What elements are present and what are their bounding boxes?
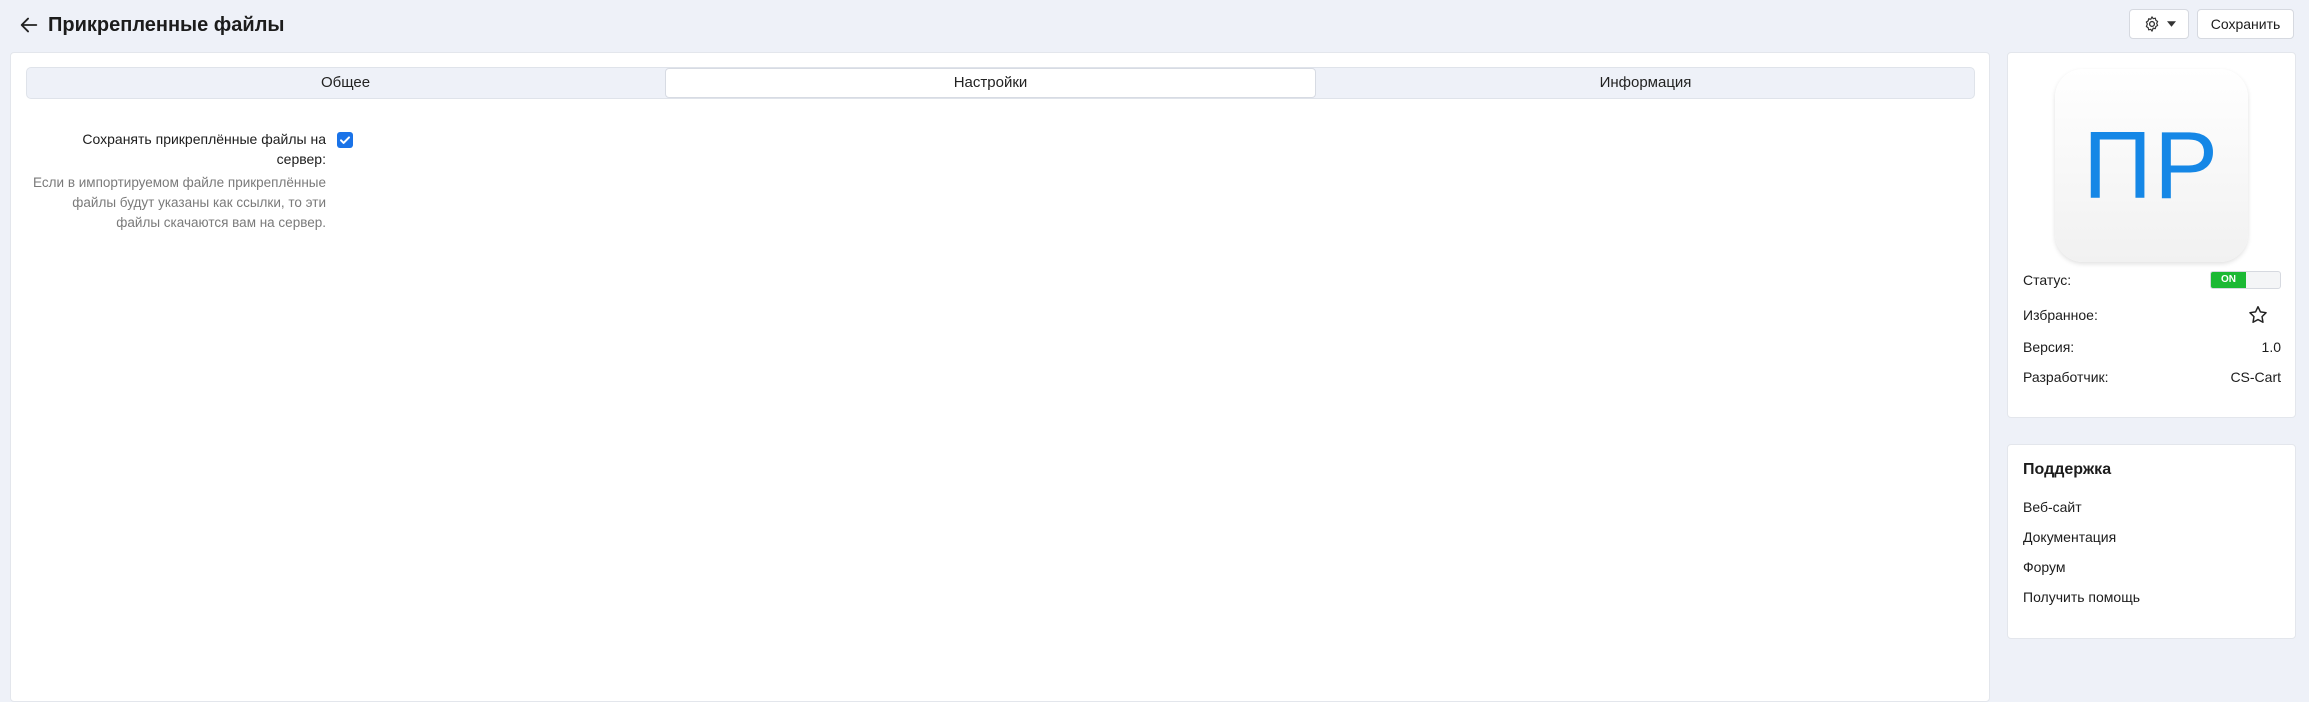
save-attached-files-checkbox[interactable]: [337, 132, 353, 148]
gear-icon: [2145, 16, 2158, 32]
developer-label: Разработчик:: [2023, 369, 2109, 385]
tab-general[interactable]: Общее: [27, 68, 664, 98]
support-link-website[interactable]: Веб-сайт: [2023, 497, 2082, 517]
top-bar: Прикрепленные файлы Сохранить: [0, 0, 2309, 50]
tab-settings[interactable]: Настройки: [665, 68, 1316, 98]
arrow-left-icon[interactable]: [18, 14, 40, 36]
status-label: Статус:: [2023, 272, 2072, 288]
support-card: Поддержка Веб-сайт Документация Форум По…: [2007, 444, 2296, 639]
version-label: Версия:: [2023, 339, 2075, 355]
main-panel: Общее Настройки Информация Сохранять при…: [10, 52, 1990, 702]
tab-information[interactable]: Информация: [1317, 68, 1974, 98]
version-value: 1.0: [2261, 339, 2281, 355]
developer-row: Разработчик: CS-Cart: [2023, 367, 2281, 387]
settings-dropdown-button[interactable]: [2129, 9, 2189, 39]
support-title: Поддержка: [2023, 461, 2112, 478]
status-toggle-on: ON: [2211, 272, 2246, 288]
setting-description: Если в импортируемом файле прикреплённые…: [33, 175, 326, 230]
status-row: Статус: ON: [2023, 270, 2281, 290]
developer-value: CS-Cart: [2230, 369, 2281, 385]
addon-info-card: ПР Статус: ON Избранное: Версия: 1.0 Раз…: [2007, 52, 2296, 418]
star-icon[interactable]: [2247, 304, 2269, 326]
save-button[interactable]: Сохранить: [2197, 9, 2294, 39]
favorite-label: Избранное:: [2023, 307, 2098, 323]
support-link-forum[interactable]: Форум: [2023, 557, 2066, 577]
tab-bar: Общее Настройки Информация: [26, 67, 1975, 99]
addon-logo: ПР: [2055, 69, 2248, 262]
caret-down-icon: [2166, 21, 2176, 27]
favorite-row: Избранное:: [2023, 305, 2281, 325]
status-toggle[interactable]: ON: [2210, 271, 2281, 289]
page-title: Прикрепленные файлы: [48, 14, 285, 36]
setting-label: Сохранять прикреплённые файлы на сервер:: [82, 131, 326, 167]
checkmark-icon: [340, 136, 350, 144]
support-link-get-help[interactable]: Получить помощь: [2023, 587, 2140, 607]
support-link-documentation[interactable]: Документация: [2023, 527, 2116, 547]
version-row: Версия: 1.0: [2023, 337, 2281, 357]
